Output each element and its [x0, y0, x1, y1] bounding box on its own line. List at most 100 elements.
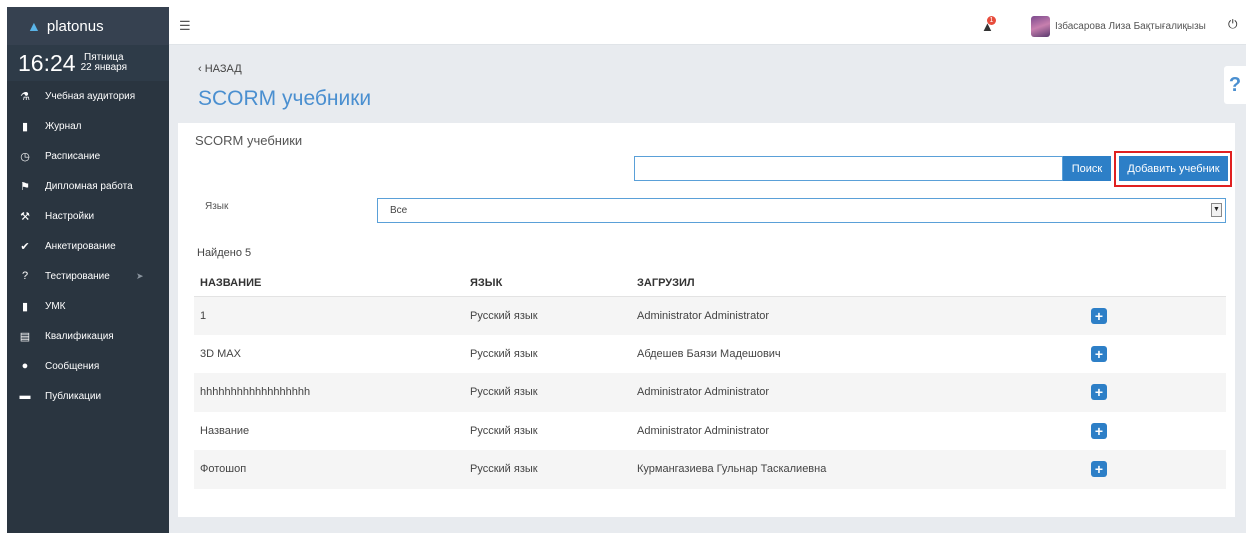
cell-language: Русский язык	[470, 296, 637, 335]
cell-actions: +	[1084, 335, 1226, 374]
plus-icon[interactable]: +	[1091, 461, 1107, 478]
book-icon: ▮	[21, 120, 29, 133]
logo-text: platonus	[46, 17, 104, 35]
plus-icon[interactable]: +	[1091, 384, 1107, 401]
sidebar: ▲ platonus 16:24 Пятница 22 января ⚗ Уче…	[7, 7, 169, 533]
sidebar-item-publications[interactable]: ▬ Публикации	[7, 381, 169, 411]
menu-toggle-icon[interactable]: ☰	[179, 18, 191, 34]
graduation-cap-icon: ⚑	[20, 180, 30, 193]
search-input[interactable]	[634, 156, 1063, 181]
page-title: SCORM учебники	[198, 87, 372, 110]
clock-widget: 16:24 Пятница 22 января	[7, 45, 169, 81]
cell-name: Название	[200, 424, 250, 437]
cell-name: 1	[194, 296, 470, 335]
chevron-left-icon: ‹	[198, 63, 202, 75]
help-button[interactable]: ?	[1224, 66, 1246, 104]
table-header-row: НАЗВАНИЕ ЯЗЫК ЗАГРУЗИЛ	[194, 270, 1226, 297]
notification-badge: 1	[987, 16, 996, 25]
cell-uploader: Курмангазиева Гульнар Таскалиевна	[637, 450, 1084, 489]
sidebar-item-label: Анкетирование	[45, 240, 116, 252]
plus-icon[interactable]: +	[1091, 307, 1107, 324]
results-count: Найдено 5	[197, 247, 252, 259]
table-row[interactable]: 3D MAX Русский язык Абдешев Баязи Мадешо…	[194, 335, 1226, 374]
back-label: НАЗАД	[204, 63, 242, 75]
wrench-icon: ⚒	[20, 210, 30, 223]
sidebar-item-diploma[interactable]: ⚑ Дипломная работа	[7, 171, 169, 201]
table-row[interactable]: Фотошоп Русский язык Курмангазиева Гульн…	[194, 450, 1226, 489]
chevron-right-icon: ➤	[136, 270, 144, 281]
column-header-uploader[interactable]: ЗАГРУЗИЛ	[637, 270, 1084, 297]
certificate-icon: ▤	[19, 330, 31, 343]
sidebar-item-label: Дипломная работа	[45, 180, 133, 192]
add-textbook-button[interactable]: Добавить учебник	[1119, 156, 1228, 181]
notifications-bell-icon[interactable]: ▲ 1	[981, 16, 996, 34]
sidebar-item-label: Публикации	[45, 390, 102, 402]
plus-icon[interactable]: +	[1091, 422, 1107, 439]
cell-actions: +	[1084, 412, 1226, 451]
language-select-value: Все	[390, 205, 408, 216]
cell-name: hhhhhhhhhhhhhhhhhh	[194, 373, 470, 412]
avatar[interactable]	[1031, 16, 1050, 37]
plus-icon[interactable]: +	[1091, 345, 1107, 362]
clock-date: Пятница 22 января	[81, 53, 127, 73]
back-link[interactable]: ‹ НАЗАД	[198, 63, 242, 75]
book-icon: ▮	[21, 300, 29, 313]
cell-actions: +	[1084, 296, 1226, 335]
folder-open-icon: ▬	[19, 390, 31, 402]
logo[interactable]: ▲ platonus	[7, 7, 169, 45]
cell-uploader: Administrator Administrator	[637, 296, 1084, 335]
language-select[interactable]: Все ▼	[377, 198, 1226, 223]
cell-language: Русский язык	[470, 450, 637, 489]
sidebar-item-classroom[interactable]: ⚗ Учебная аудитория	[7, 81, 169, 111]
sidebar-item-qualification[interactable]: ▤ Квалификация	[7, 321, 169, 351]
table-row[interactable]: Название Русский язык Administrator Admi…	[194, 412, 1226, 451]
language-label: Язык	[205, 201, 229, 212]
cell-uploader: Абдешев Баязи Мадешович	[637, 347, 781, 360]
check-circle-icon: ✔	[20, 240, 30, 253]
platonus-logo-icon: ▲	[27, 18, 41, 34]
clock-day: 22 января	[80, 62, 128, 73]
sidebar-item-testing[interactable]: ? Тестирование ➤	[7, 261, 169, 291]
sidebar-item-label: Квалификация	[45, 330, 114, 342]
sidebar-item-schedule[interactable]: ◷ Расписание	[7, 141, 169, 171]
sidebar-item-messages[interactable]: ● Сообщения	[7, 351, 169, 381]
sidebar-item-umk[interactable]: ▮ УМК	[7, 291, 169, 321]
question-circle-icon: ?	[21, 270, 29, 282]
textbooks-table: НАЗВАНИЕ ЯЗЫК ЗАГРУЗИЛ 1 Русский язык Ad…	[194, 270, 1226, 489]
search-button[interactable]: Поиск	[1063, 156, 1111, 181]
sidebar-item-label: Журнал	[45, 120, 82, 132]
panel-title: SCORM учебники	[195, 133, 303, 148]
cell-actions: +	[1084, 373, 1226, 412]
table-row[interactable]: hhhhhhhhhhhhhhhhhh Русский язык Administ…	[194, 373, 1226, 412]
sidebar-item-journal[interactable]: ▮ Журнал	[7, 111, 169, 141]
clock-time: 16:24	[18, 49, 76, 76]
user-name[interactable]: Ізбасарова Лиза Бақтығалиқызы	[1055, 21, 1206, 32]
sidebar-item-label: Настройки	[45, 210, 95, 222]
cell-uploader: Administrator Administrator	[637, 424, 770, 437]
column-header-language[interactable]: ЯЗЫК	[470, 270, 637, 297]
cell-name: Фотошоп	[194, 450, 470, 489]
sidebar-item-label: УМК	[45, 300, 66, 312]
cell-language: Русский язык	[470, 373, 637, 412]
users-icon: ⚗	[20, 90, 30, 103]
sidebar-item-label: Расписание	[45, 150, 101, 162]
sidebar-menu: ⚗ Учебная аудитория ▮ Журнал ◷ Расписани…	[7, 81, 169, 411]
sidebar-item-settings[interactable]: ⚒ Настройки	[7, 201, 169, 231]
sidebar-item-label: Сообщения	[45, 360, 100, 372]
comments-icon: ●	[21, 360, 29, 372]
table-row[interactable]: 1 Русский язык Administrator Administrat…	[194, 296, 1226, 335]
sidebar-item-label: Учебная аудитория	[45, 90, 136, 102]
cell-actions: +	[1084, 450, 1226, 489]
cell-language: Русский язык	[470, 424, 538, 437]
cell-language: Русский язык	[470, 347, 538, 360]
column-header-name[interactable]: НАЗВАНИЕ	[194, 270, 470, 297]
clock-icon: ◷	[20, 150, 30, 163]
chevron-down-icon[interactable]: ▼	[1211, 203, 1222, 217]
cell-name: 3D MAX	[200, 347, 241, 360]
scorm-panel: SCORM учебники Поиск Добавить учебник Яз…	[178, 123, 1235, 517]
column-header-actions	[1084, 270, 1226, 297]
sidebar-item-survey[interactable]: ✔ Анкетирование	[7, 231, 169, 261]
sidebar-item-label: Тестирование	[45, 270, 110, 282]
power-icon[interactable]: ⏻	[1228, 17, 1238, 32]
cell-uploader: Administrator Administrator	[637, 373, 1084, 412]
